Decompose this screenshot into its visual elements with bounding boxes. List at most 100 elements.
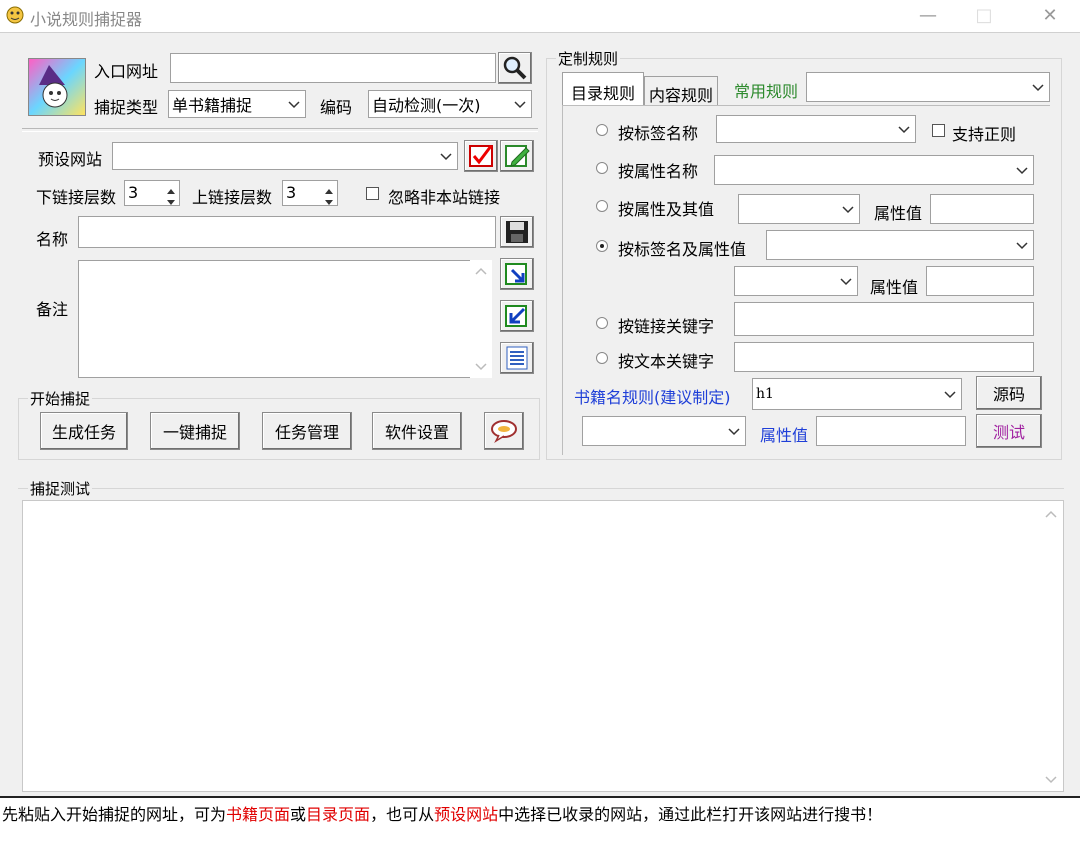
generate-task-button[interactable]: 生成任务 <box>40 412 128 450</box>
save-button[interactable] <box>500 216 534 248</box>
one-click-capture-button[interactable]: 一键捕捉 <box>150 412 240 450</box>
app-icon <box>6 6 24 24</box>
by-attr-value-label: 按属性及其值 <box>618 200 715 219</box>
spin-up-icon[interactable] <box>322 182 336 194</box>
custom-rules-label: 定制规则 <box>556 48 621 69</box>
import-icon <box>505 263 527 285</box>
spin-down-icon[interactable] <box>322 193 336 205</box>
book-name-rule-label: 书籍名规则(建议制定) <box>574 388 731 407</box>
tab-directory-rules-label: 目录规则 <box>570 84 635 103</box>
spin-up-icon[interactable] <box>164 182 178 194</box>
chevron-down-icon <box>288 101 300 109</box>
status-text-part: 预设网站 <box>434 805 499 824</box>
import-button[interactable] <box>500 258 534 290</box>
capture-test-group <box>18 488 1064 491</box>
capture-type-label: 捕捉类型 <box>94 98 159 117</box>
ignore-offsite-checkbox[interactable] <box>366 187 379 200</box>
save-icon <box>506 221 528 243</box>
encoding-value: 自动检测(一次) <box>372 96 481 115</box>
chevron-down-icon <box>728 428 740 436</box>
attr-value-label-3: 属性值 <box>760 426 809 445</box>
note-label: 备注 <box>36 300 69 319</box>
by-attr-value-radio[interactable] <box>596 200 608 212</box>
test-button[interactable]: 测试 <box>976 414 1042 448</box>
preset-site-select[interactable] <box>112 142 458 170</box>
note-textarea[interactable] <box>78 260 492 378</box>
entry-url-input[interactable] <box>170 53 496 83</box>
common-rules-select[interactable] <box>806 72 1050 102</box>
tab-content-rules-label: 内容规则 <box>648 86 713 105</box>
name-label: 名称 <box>36 230 69 249</box>
name-input[interactable] <box>78 216 496 248</box>
by-tag-name-label: 按标签名称 <box>618 124 699 143</box>
link-keyword-input[interactable] <box>734 302 1034 336</box>
by-link-keyword-label: 按链接关键字 <box>618 317 715 336</box>
maximize-button[interactable]: □ <box>966 4 1002 28</box>
chevron-down-icon <box>1032 84 1044 92</box>
source-button-label: 源码 <box>992 385 1025 404</box>
tag-name-select[interactable] <box>716 115 916 143</box>
attr-select[interactable] <box>738 194 860 224</box>
task-manage-button[interactable]: 任务管理 <box>262 412 352 450</box>
chevron-down-icon <box>944 391 956 399</box>
by-text-keyword-radio[interactable] <box>596 352 608 364</box>
tag-select[interactable] <box>766 230 1034 260</box>
tab-directory-rules[interactable]: 目录规则 <box>562 72 644 106</box>
attr-value-input-3[interactable] <box>816 416 966 446</box>
attr-value-label-2: 属性值 <box>870 278 919 297</box>
edit-button[interactable] <box>500 140 534 172</box>
down-depth-spinner[interactable]: 3 <box>124 180 180 206</box>
export-icon <box>505 305 527 327</box>
list-button[interactable] <box>500 342 534 374</box>
by-tag-name-radio[interactable] <box>596 124 608 136</box>
chat-icon <box>491 420 517 444</box>
by-attr-name-radio[interactable] <box>596 162 608 174</box>
attr-select-2[interactable] <box>734 266 858 296</box>
chevron-down-icon <box>840 278 852 286</box>
rule-extra-select[interactable] <box>582 416 746 446</box>
by-link-keyword-radio[interactable] <box>596 317 608 329</box>
by-tag-and-attr-radio[interactable] <box>596 240 608 252</box>
up-depth-spinner[interactable]: 3 <box>282 180 338 206</box>
text-keyword-input[interactable] <box>734 342 1034 372</box>
chevron-down-icon <box>440 153 452 161</box>
attr-value-input[interactable] <box>930 194 1034 224</box>
status-text: 先粘贴入开始捕捉的网址，可为书籍页面或目录页面，也可从预设网站中选择已收录的网站… <box>2 801 882 825</box>
tab-content-rules[interactable]: 内容规则 <box>644 76 718 106</box>
up-depth-value: 3 <box>286 183 297 202</box>
by-attr-name-label: 按属性名称 <box>618 162 699 181</box>
search-icon <box>503 56 527 80</box>
status-bar: 先粘贴入开始捕捉的网址，可为书籍页面或目录页面，也可从预设网站中选择已收录的网站… <box>0 796 1080 844</box>
chevron-down-icon <box>842 206 854 214</box>
support-regex-checkbox[interactable] <box>932 124 945 137</box>
attr-value-label: 属性值 <box>874 204 923 223</box>
check-button[interactable] <box>464 140 498 172</box>
chat-button[interactable] <box>484 412 524 450</box>
attr-value-input-2[interactable] <box>926 266 1034 296</box>
attr-name-select[interactable] <box>714 155 1034 185</box>
scroll-down-icon <box>475 363 487 371</box>
capture-type-value: 单书籍捕捉 <box>172 96 253 115</box>
export-button[interactable] <box>500 300 534 332</box>
status-text-part: 目录页面 <box>306 805 371 824</box>
encoding-label: 编码 <box>320 98 353 117</box>
preset-site-label: 预设网站 <box>38 150 103 169</box>
minimize-button[interactable]: — <box>910 4 946 28</box>
spin-down-icon[interactable] <box>164 193 178 205</box>
capture-test-scrollbar[interactable] <box>1040 501 1062 791</box>
start-capture-label: 开始捕捉 <box>28 388 93 409</box>
edit-icon <box>505 145 530 167</box>
note-scrollbar[interactable] <box>470 260 492 378</box>
encoding-select[interactable]: 自动检测(一次) <box>368 90 532 118</box>
search-button[interactable] <box>498 52 532 84</box>
status-text-part: 书籍页面 <box>226 805 291 824</box>
task-manage-label: 任务管理 <box>274 423 339 442</box>
software-settings-button[interactable]: 软件设置 <box>372 412 462 450</box>
entry-url-label: 入口网址 <box>94 62 159 81</box>
scroll-down-icon <box>1045 776 1057 784</box>
book-name-rule-select[interactable]: h1 <box>752 378 962 410</box>
source-button[interactable]: 源码 <box>976 376 1042 410</box>
capture-test-output[interactable] <box>22 500 1064 792</box>
capture-type-select[interactable]: 单书籍捕捉 <box>168 90 306 118</box>
close-button[interactable]: ✕ <box>1032 4 1068 28</box>
